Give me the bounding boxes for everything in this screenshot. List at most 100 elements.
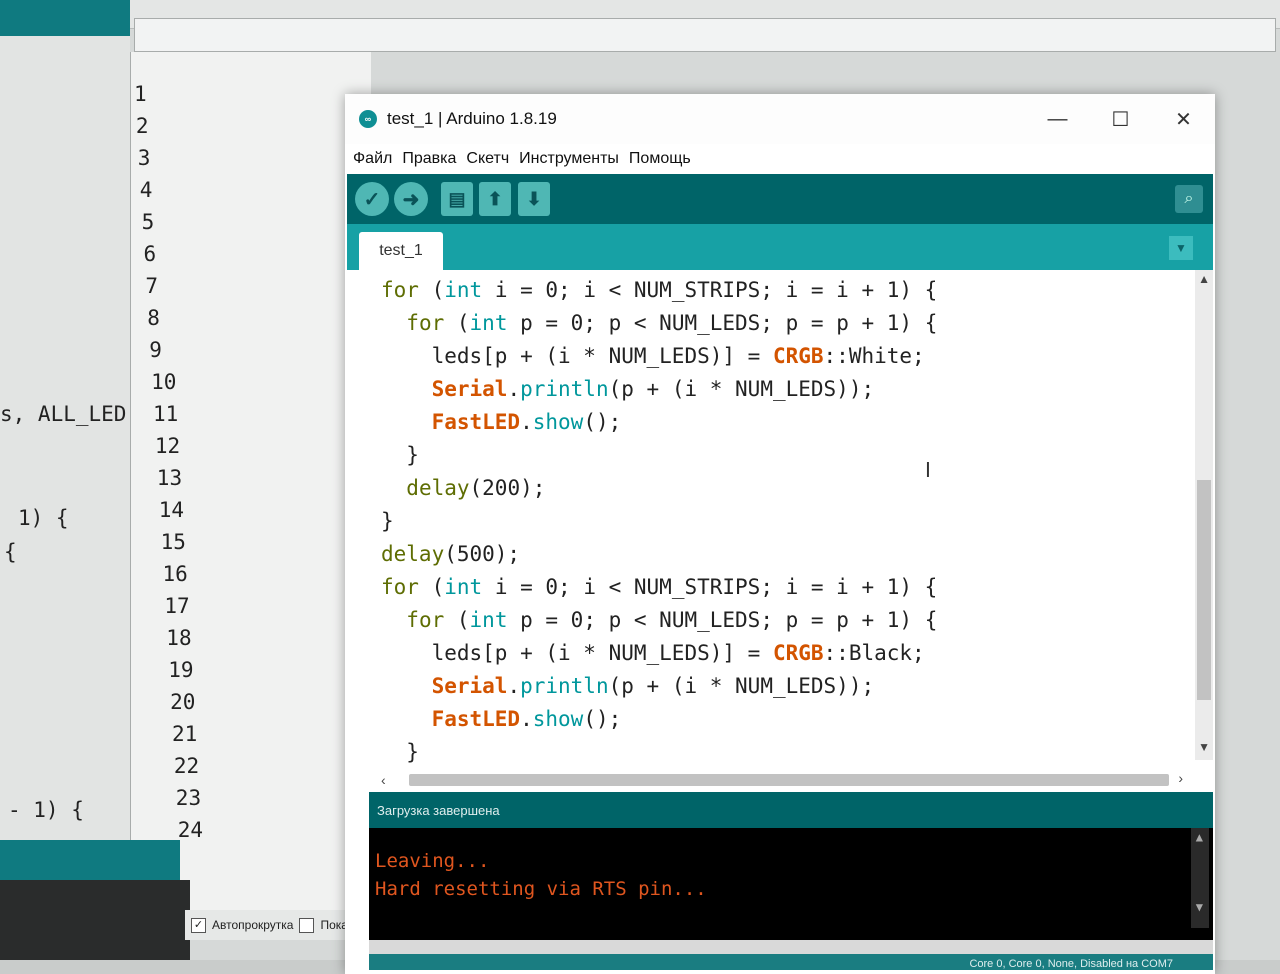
menu-tools[interactable]: Инструменты [519,150,619,168]
code-line: leds[p + (i * NUM_LEDS)] = CRGB::Black; [381,637,937,670]
code-token: ::Black; [823,641,925,665]
vertical-scroll-thumb[interactable] [1197,480,1211,700]
new-sketch-button[interactable]: ▤ [441,182,473,216]
board-info-bar: Core 0, Core 0, None, Disabled на COM7 [369,940,1213,970]
arrow-right-icon: ➜ [402,188,420,211]
code-token-cls: CRGB [772,641,824,665]
serial-output-line: 17 [164,594,190,618]
code-token-tp: int [469,608,508,632]
tab-test-1[interactable]: test_1 [359,232,443,270]
scroll-right-icon[interactable]: › [1178,770,1183,786]
title-bar: ∞ test_1 | Arduino 1.8.19 — ☐ ✕ [345,94,1215,144]
window-title: test_1 | Arduino 1.8.19 [387,109,557,128]
code-token-tp: int [469,311,508,335]
status-bar: Загрузка завершена [369,792,1213,828]
code-token: . [507,674,521,698]
menu-edit[interactable]: Правка [402,150,456,168]
code-line: for (int i = 0; i < NUM_STRIPS; i = i + … [381,571,937,604]
code-line: } [381,505,937,538]
scroll-left-icon[interactable]: ‹ [381,772,386,788]
serial-output-line: 19 [168,658,194,682]
chevron-down-icon: ▼ [1175,241,1187,255]
save-sketch-button[interactable]: ⬇ [518,182,550,216]
document-icon: ▤ [448,188,466,209]
show-timestamp-checkbox[interactable] [299,917,315,933]
upload-button[interactable]: ➜ [394,182,428,216]
bg-code-fragment: - 1) { [8,798,84,822]
console-scroll-down-icon[interactable]: ▼ [1196,900,1203,914]
code-token-fn: show [532,410,584,434]
code-token-cls: Serial [431,674,508,698]
code-token: ::White; [823,344,925,368]
tab-menu-button[interactable]: ▼ [1169,236,1193,260]
code-token: ( [444,311,470,335]
bg-code-fragment: 1) { [18,506,69,530]
console-scrollbar[interactable]: ▲ ▼ [1191,828,1209,928]
open-sketch-button[interactable]: ⬆ [479,182,511,216]
bg-teal-status [0,840,180,880]
code-token: (500); [444,542,521,566]
scroll-up-icon[interactable]: ▲ [1198,272,1210,286]
serial-output-line: 1 [134,82,147,106]
console-horizontal-scrollbar[interactable] [369,940,1213,954]
serial-monitor-button[interactable]: ⌕ [1175,185,1203,213]
menu-sketch[interactable]: Скетч [466,150,509,168]
serial-output-line: 16 [162,562,188,586]
serial-output-lines: 1 2 3 4 5 6 7 8 9 10 11 12 13 14 15 16 17 18 19 20 21 22 23 24 [134,78,203,846]
code-token: (); [583,707,622,731]
menu-help[interactable]: Помощь [629,150,691,168]
horizontal-scroll-thumb[interactable] [409,774,1169,786]
serial-output-line: 14 [158,498,184,522]
code-token: . [507,377,521,401]
autoscroll-checkbox[interactable]: ✓ [191,917,206,933]
console-line: Leaving... [375,850,490,872]
code-line: leds[p + (i * NUM_LEDS)] = CRGB::White; [381,340,937,373]
editor-horizontal-scrollbar[interactable]: ‹ › [369,770,1213,792]
serial-output-line: 12 [154,434,181,458]
code-token-tp: int [444,575,483,599]
code-token: p = 0; p < NUM_LEDS; p = p + 1) { [507,311,938,335]
status-message: Загрузка завершена [377,802,500,818]
serial-output-line: 6 [143,242,157,266]
code-token: } [406,443,419,467]
serial-output-line: 8 [147,306,160,330]
code-line: FastLED.show(); [381,703,937,736]
code-token-kw: for [381,278,419,302]
code-token-cls: CRGB [772,344,824,368]
close-button[interactable]: ✕ [1152,94,1215,144]
code-line: delay(200); [381,472,937,505]
code-line: Serial.println(p + (i * NUM_LEDS)); [381,670,937,703]
code-editor[interactable]: for (int i = 0; i < NUM_STRIPS; i = i + … [369,270,1213,770]
toolbar: ✓ ➜ ▤ ⬆ ⬇ ⌕ [347,174,1213,224]
code-token: ( [444,608,470,632]
serial-output-line: 7 [145,274,159,298]
verify-button[interactable]: ✓ [355,182,389,216]
code-token-fn: println [520,377,609,401]
code-token: ( [418,278,445,302]
bg-editor-pane [0,36,130,846]
menu-bar: Файл Правка Скетч Инструменты Помощь [345,144,1215,174]
code-token: i = 0; i < NUM_STRIPS; i = i + 1) { [482,575,938,599]
code-token: (); [583,410,622,434]
magnifier-icon: ⌕ [1184,190,1194,207]
code-token: . [520,410,533,434]
menu-file[interactable]: Файл [353,150,392,168]
serial-output-line: 21 [172,722,198,746]
serial-output-line: 11 [153,402,179,426]
code-text: for (int i = 0; i < NUM_STRIPS; i = i + … [381,274,937,769]
bg-teal-header [0,0,130,36]
code-token-kw: for [381,575,419,599]
code-line: FastLED.show(); [381,406,937,439]
minimize-button[interactable]: — [1026,94,1089,144]
console-scroll-up-icon[interactable]: ▲ [1196,830,1203,844]
code-token: leds[p + (i * NUM_LEDS)] = [431,344,773,368]
code-token-cls: FastLED [431,410,521,434]
scroll-down-icon[interactable]: ▼ [1198,740,1210,754]
serial-input-field[interactable] [134,18,1276,52]
editor-vertical-scrollbar[interactable]: ▲ ▼ [1195,270,1213,760]
code-token-kw: delay [381,542,445,566]
window-controls: — ☐ ✕ [1026,94,1215,144]
serial-output-line: 3 [137,146,151,170]
check-icon: ✓ [363,188,381,211]
maximize-button[interactable]: ☐ [1089,94,1152,144]
